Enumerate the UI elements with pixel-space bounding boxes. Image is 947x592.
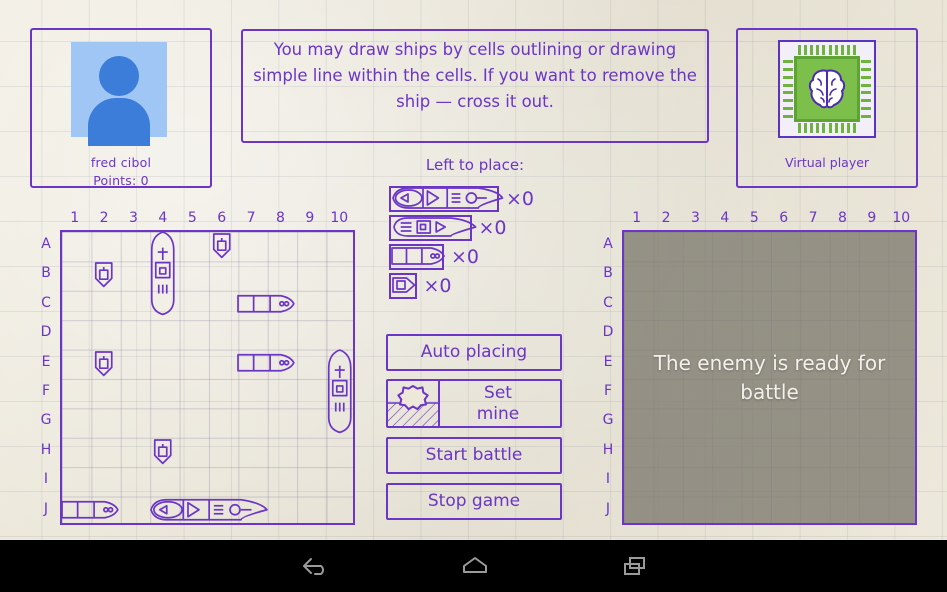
chip-pins-top (796, 45, 858, 55)
fleet-item-destroyer-icon (389, 244, 445, 270)
chip-core (794, 56, 860, 122)
column-header-3: 3 (691, 210, 700, 226)
row-header-A: A (603, 236, 613, 252)
row-header-B: B (41, 265, 51, 282)
player-name: fred cibol (90, 155, 152, 170)
column-header-4: 4 (720, 210, 730, 226)
column-header-6: 6 (779, 210, 789, 226)
row-header-F: F (603, 383, 613, 399)
ai-avatar (778, 40, 876, 138)
row-header-C: C (603, 294, 613, 311)
instruction-box: You may draw ships by cells outlining or… (241, 29, 709, 143)
column-header-8: 8 (838, 210, 847, 226)
fleet-item-battleship-icon (389, 186, 504, 212)
start-battle-label: Start battle (425, 445, 523, 465)
brain-icon (808, 69, 846, 109)
ship-3-horizontal (393, 217, 477, 237)
fleet-item-destroyer-count: ×0 (451, 246, 480, 268)
row-header-D: D (40, 324, 52, 341)
left-to-place-title: Left to place: (425, 156, 525, 174)
row-header-F: F (41, 383, 51, 399)
row-header-D: D (602, 324, 614, 341)
avatar-head (99, 56, 139, 96)
recents-icon (624, 557, 645, 575)
column-header-2: 2 (99, 210, 109, 226)
fleet-item-battleship-count: ×0 (506, 188, 535, 210)
row-header-I: I (605, 471, 611, 488)
column-header-7: 7 (808, 210, 818, 226)
row-header-G: G (602, 412, 614, 429)
row-header-G: G (40, 412, 52, 429)
fleet-item-cruiser[interactable]: ×0 (389, 215, 507, 241)
player-grid[interactable] (60, 230, 355, 525)
stop-game-button[interactable]: Stop game (386, 483, 562, 520)
chip-pins-left (783, 58, 793, 120)
row-header-H: H (602, 441, 614, 458)
column-header-9: 9 (867, 210, 877, 226)
enemy-board-veil: The enemy is ready for battle (622, 230, 917, 525)
column-header-10: 10 (892, 210, 911, 226)
column-header-1: 1 (70, 210, 80, 226)
auto-placing-label: Auto placing (420, 342, 528, 362)
row-header-E: E (603, 353, 613, 370)
row-header-H: H (40, 441, 52, 458)
mine-icon-container (388, 381, 440, 426)
nav-home-button[interactable] (415, 540, 535, 592)
ship-4-horizontal (392, 187, 504, 209)
set-mine-label: Set mine (476, 382, 520, 424)
start-battle-button[interactable]: Start battle (386, 437, 562, 474)
fleet-item-submarine[interactable]: ×0 (389, 273, 452, 299)
chip-pins-bottom (796, 123, 858, 133)
ship-2-horizontal (391, 247, 445, 265)
fleet-item-submarine-count: ×0 (423, 275, 452, 297)
app-root: fred cibol Points: 0 You may draw ships … (0, 0, 947, 592)
row-header-C: C (41, 294, 51, 311)
row-header-B: B (603, 265, 613, 282)
column-header-5: 5 (749, 210, 759, 226)
column-header-7: 7 (246, 210, 256, 226)
column-header-1: 1 (632, 210, 642, 226)
back-icon (303, 558, 324, 575)
nav-recents-button[interactable] (575, 540, 695, 592)
home-icon (463, 557, 487, 573)
column-header-4: 4 (158, 210, 168, 226)
ship-1-horizontal (392, 277, 416, 293)
stop-game-label: Stop game (427, 491, 521, 511)
column-header-9: 9 (305, 210, 315, 226)
row-header-A: A (41, 236, 51, 252)
row-header-I: I (43, 471, 49, 488)
auto-placing-button[interactable]: Auto placing (386, 334, 562, 371)
row-header-J: J (43, 500, 49, 517)
fleet-item-submarine-icon (389, 273, 417, 299)
column-header-8: 8 (276, 210, 285, 226)
fleet-item-cruiser-count: ×0 (478, 217, 507, 239)
column-header-10: 10 (330, 210, 349, 226)
enemy-status-text: The enemy is ready for battle (653, 350, 886, 404)
avatar-body (88, 98, 150, 146)
chip-pins-right (861, 58, 871, 120)
fleet-item-cruiser-icon (389, 215, 477, 241)
naval-mine-icon (388, 385, 438, 426)
fleet-item-battleship[interactable]: ×0 (389, 186, 534, 212)
fleet-item-destroyer[interactable]: ×0 (389, 244, 479, 270)
player-avatar (71, 42, 167, 146)
column-header-5: 5 (187, 210, 197, 226)
column-header-2: 2 (661, 210, 671, 226)
row-header-J: J (605, 500, 611, 517)
column-header-6: 6 (217, 210, 227, 226)
instruction-text: You may draw ships by cells outlining or… (253, 40, 697, 111)
player-points: Points: 0 (93, 173, 149, 188)
set-mine-button[interactable]: Set mine (386, 379, 562, 428)
nav-back-button[interactable] (255, 540, 375, 592)
row-header-E: E (41, 353, 51, 370)
ai-player-name: Virtual player (784, 155, 870, 170)
column-header-3: 3 (129, 210, 138, 226)
android-navigation-bar (0, 540, 947, 592)
